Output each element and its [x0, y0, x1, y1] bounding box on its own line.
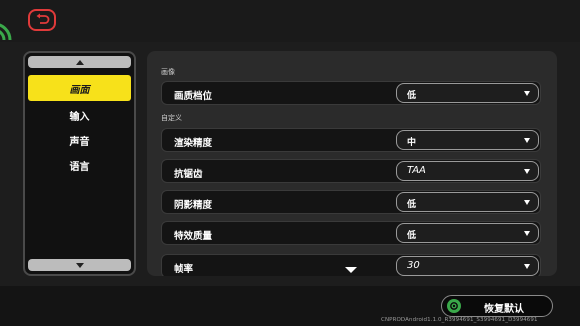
triangle-down-icon	[75, 262, 84, 268]
wifi-icon	[0, 23, 12, 41]
back-button[interactable]	[28, 9, 56, 31]
anti-aliasing-dropdown[interactable]: TAA	[396, 161, 539, 181]
reset-defaults-label: 恢复默认	[484, 304, 524, 315]
triangle-down-icon	[524, 169, 530, 174]
nav-item-language[interactable]: 语言	[28, 152, 131, 178]
dropdown-value: TAA	[407, 165, 426, 176]
nav-item-input[interactable]: 输入	[28, 102, 131, 128]
settings-content-panel[interactable]: 画像 画质档位 低 自定义 渲染精度 中 抗锯齿 TAA 阴影精度 低 特效质量…	[147, 51, 557, 276]
reset-defaults-button[interactable]: 恢复默认	[441, 295, 553, 317]
setting-label: 渲染精度	[174, 138, 213, 149]
shadow-precision-dropdown[interactable]: 低	[396, 192, 539, 212]
scroll-more-indicator-icon	[345, 267, 357, 273]
setting-row-shadow-precision: 阴影精度 低	[161, 190, 541, 214]
setting-label: 帧率	[174, 264, 194, 275]
settings-category-nav: 画面 输入 声音 语言	[23, 51, 136, 276]
return-arrow-icon	[36, 13, 50, 24]
setting-label: 画质档位	[174, 91, 213, 102]
top-bar	[0, 0, 580, 42]
triangle-down-icon	[524, 231, 530, 236]
setting-label: 抗锯齿	[174, 169, 203, 180]
setting-row-anti-aliasing: 抗锯齿 TAA	[161, 159, 541, 183]
build-version-text: CNPRODAndroid1.1.0_R3994691_S3994691_D39…	[381, 317, 538, 323]
dropdown-value: 低	[407, 200, 417, 210]
nav-scroll-up-button[interactable]	[28, 56, 131, 68]
render-precision-dropdown[interactable]: 中	[396, 130, 539, 150]
nav-item-sound[interactable]: 声音	[28, 127, 131, 153]
effects-quality-dropdown[interactable]: 低	[396, 223, 539, 243]
quality-preset-dropdown[interactable]: 低	[396, 83, 539, 103]
triangle-down-icon	[524, 91, 530, 96]
triangle-down-icon	[524, 264, 530, 269]
setting-row-quality-preset: 画质档位 低	[161, 81, 541, 105]
setting-row-effects-quality: 特效质量 低	[161, 221, 541, 245]
dropdown-value: 中	[407, 138, 417, 148]
reset-icon	[447, 299, 461, 313]
setting-label: 阴影精度	[174, 200, 213, 211]
triangle-up-icon	[75, 59, 84, 65]
triangle-down-icon	[524, 138, 530, 143]
section-label-image: 画像	[161, 68, 175, 76]
dropdown-value: 低	[407, 91, 417, 101]
setting-label: 特效质量	[174, 231, 213, 242]
frame-rate-dropdown[interactable]: 30	[396, 256, 539, 276]
reset-glyph-icon	[450, 302, 458, 310]
dropdown-value: 低	[407, 231, 417, 241]
nav-item-display[interactable]: 画面	[28, 75, 131, 101]
dropdown-value: 30	[407, 260, 420, 271]
triangle-down-icon	[524, 200, 530, 205]
nav-scroll-down-button[interactable]	[28, 259, 131, 271]
setting-row-render-precision: 渲染精度 中	[161, 128, 541, 152]
section-label-custom: 自定义	[161, 114, 182, 122]
